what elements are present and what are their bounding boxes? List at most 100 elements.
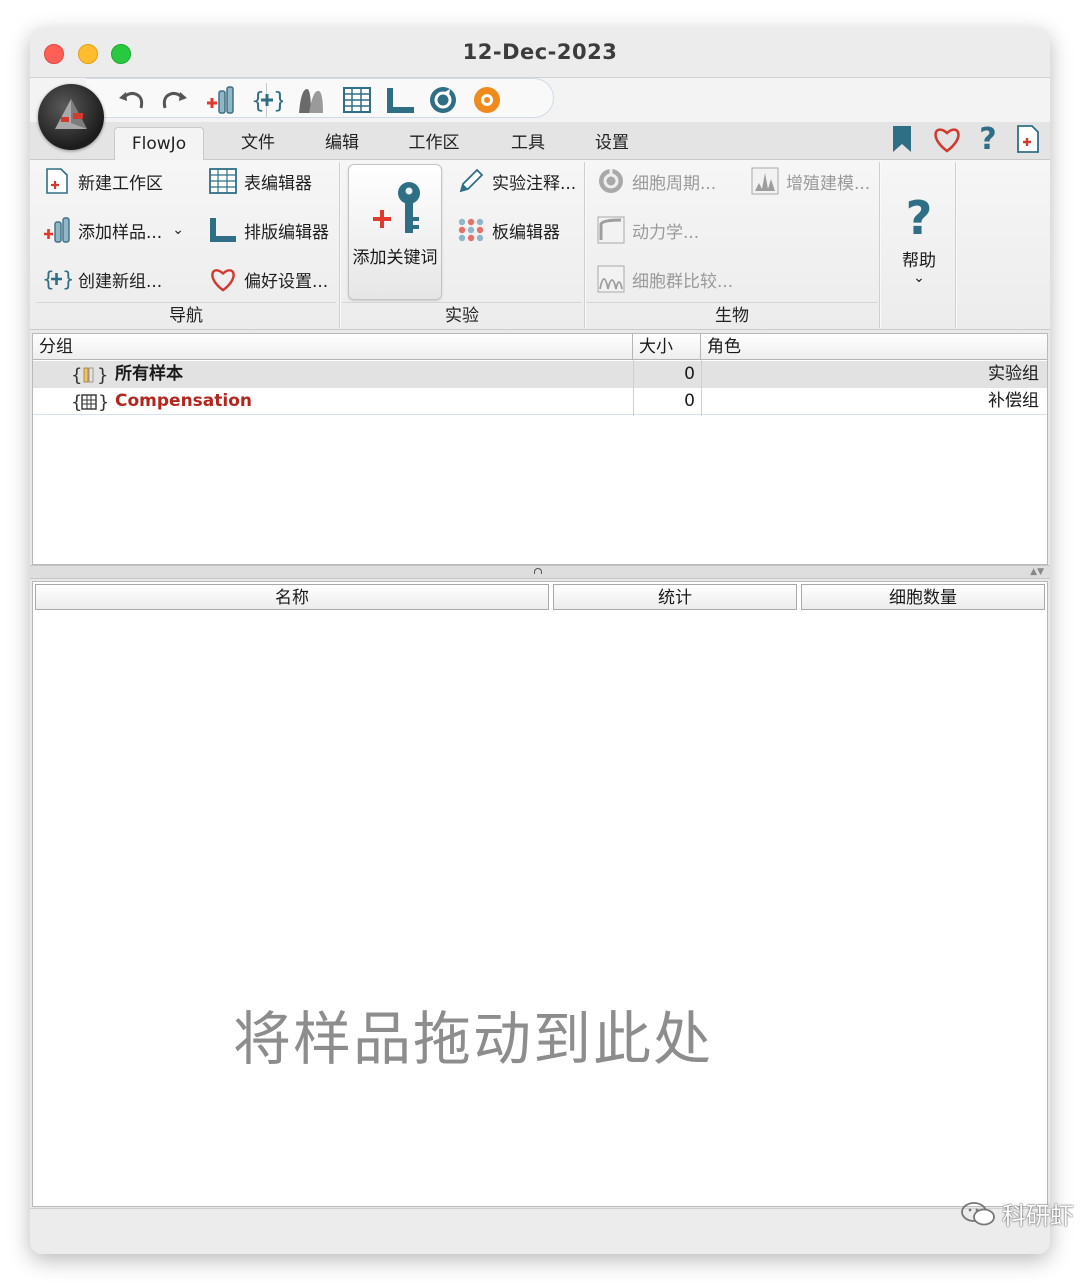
group-role: 补偿组 <box>988 391 1039 411</box>
svg-text:{: { <box>71 365 82 386</box>
cell-cycle-button[interactable]: 细胞周期... <box>596 164 716 198</box>
group-name: Compensation <box>115 391 252 411</box>
group-label-navigation: 导航 <box>36 302 336 328</box>
ribbon: 新建工作区 添加样品... ⌄ {} 创建新组... 表编辑器 排版编辑器 偏好… <box>30 160 1050 330</box>
tab-tools[interactable]: 工具 <box>496 127 560 160</box>
svg-text:}: } <box>97 365 107 386</box>
pencil-icon <box>456 166 486 196</box>
app-window: 12-Dec-2023 {} <box>30 28 1050 1254</box>
add-keyword-icon <box>373 182 420 233</box>
table-editor-button[interactable]: 表编辑器 <box>208 164 312 198</box>
svg-text:}: } <box>62 267 72 291</box>
table-icon[interactable] <box>340 85 374 115</box>
kinetics-button[interactable]: 动力学... <box>596 213 699 247</box>
column-header-group[interactable]: 分组 <box>33 334 633 360</box>
drop-samples-hint[interactable]: 将样品拖动到此处 <box>233 992 713 1076</box>
group-role: 实验组 <box>988 364 1039 384</box>
tab-file[interactable]: 文件 <box>226 127 290 160</box>
plate-editor-label: 板编辑器 <box>492 222 560 243</box>
population-compare-button[interactable]: 细胞群比较... <box>596 262 733 296</box>
heart-icon <box>208 264 238 294</box>
kinetics-icon <box>596 215 626 245</box>
create-group-icon[interactable]: {} <box>250 85 284 115</box>
flowjo-logo[interactable] <box>38 84 104 150</box>
splitter-arrows-icon[interactable]: ▲▼ <box>1030 568 1044 577</box>
sample-table: 名称 统计 细胞数量 将样品拖动到此处 <box>32 581 1048 1207</box>
help-question-icon: ? <box>905 191 933 245</box>
help-label: 帮助 <box>902 251 936 271</box>
column-header-role[interactable]: 角色 <box>701 334 1047 360</box>
new-workspace-label: 新建工作区 <box>78 173 163 194</box>
plate-editor-button[interactable]: 板编辑器 <box>456 213 560 247</box>
add-samples-icon <box>42 215 72 245</box>
menu-tabs: FlowJo 文件 编辑 工作区 工具 设置 ? <box>30 122 1050 161</box>
experiment-annotation-label: 实验注释... <box>492 173 577 194</box>
column-header-cell-count[interactable]: 细胞数量 <box>801 584 1045 610</box>
tab-workspace[interactable]: 工作区 <box>394 127 474 160</box>
table-editor-label: 表编辑器 <box>244 173 312 194</box>
watermark: 科研虾 <box>960 1196 1074 1231</box>
help-icon[interactable]: ? <box>974 122 1002 157</box>
tab-flowjo[interactable]: FlowJo <box>114 127 204 161</box>
group-size: 0 <box>684 391 695 411</box>
layout-editor-button[interactable]: 排版编辑器 <box>208 213 329 247</box>
layer-icon[interactable] <box>294 85 328 115</box>
quick-access-toolbar: {} <box>30 78 1050 122</box>
proliferation-label: 增殖建模... <box>786 173 871 194</box>
column-header-statistics[interactable]: 统计 <box>553 584 797 610</box>
undo-icon[interactable] <box>116 85 146 115</box>
svg-text:{: { <box>71 392 82 413</box>
population-compare-label: 细胞群比较... <box>632 271 734 292</box>
new-workspace-button[interactable]: 新建工作区 <box>42 164 163 198</box>
help-button[interactable]: ? 帮助 ⌄ <box>886 190 952 300</box>
group-label-experiment: 实验 <box>342 302 582 328</box>
experiment-annotation-button[interactable]: 实验注释... <box>456 164 576 198</box>
column-header-size[interactable]: 大小 <box>633 334 701 360</box>
add-samples-button[interactable]: 添加样品... ⌄ <box>42 213 184 247</box>
add-keyword-button[interactable]: 添加关键词 <box>348 164 442 300</box>
preferences-button[interactable]: 偏好设置... <box>208 262 328 296</box>
status-bar <box>30 1208 1050 1254</box>
redo-icon[interactable] <box>160 85 190 115</box>
tab-edit[interactable]: 编辑 <box>310 127 374 160</box>
all-samples-group-icon: {} <box>71 361 107 388</box>
layout-icon[interactable] <box>384 85 418 115</box>
new-workspace-icon <box>42 166 72 196</box>
group-size: 0 <box>684 364 695 384</box>
proliferation-button[interactable]: 增殖建模... <box>750 164 870 198</box>
ribbon-divider <box>879 162 880 328</box>
kinetics-label: 动力学... <box>632 222 700 243</box>
bio-icon[interactable] <box>470 85 504 115</box>
window-title: 12-Dec-2023 <box>462 40 618 64</box>
population-compare-icon <box>596 264 626 294</box>
table-row[interactable]: {} 所有样本 0 实验组 <box>33 361 1047 388</box>
pane-splitter[interactable]: ▲▼ <box>30 565 1050 579</box>
add-samples-icon[interactable] <box>204 85 238 115</box>
plate-editor-icon <box>456 215 486 245</box>
new-document-icon[interactable] <box>1014 124 1042 154</box>
chevron-down-icon: ⌄ <box>913 270 925 286</box>
create-group-button[interactable]: {} 创建新组... <box>42 262 162 296</box>
watermark-text: 科研虾 <box>1002 1202 1074 1230</box>
group-name: 所有样本 <box>115 364 183 384</box>
compensation-group-icon: {} <box>71 388 107 415</box>
splitter-handle-icon <box>534 568 542 574</box>
table-editor-icon <box>208 166 238 196</box>
heart-icon[interactable] <box>930 124 964 154</box>
bookmark-icon[interactable] <box>888 124 916 154</box>
add-keyword-label: 添加关键词 <box>352 248 438 268</box>
table-row[interactable]: {} Compensation 0 补偿组 <box>33 388 1047 415</box>
add-samples-label: 添加样品... <box>78 222 163 243</box>
group-table-header: 分组 大小 角色 <box>33 334 1047 360</box>
wechat-icon <box>961 1201 995 1225</box>
refresh-icon[interactable] <box>426 85 460 115</box>
column-divider <box>701 360 702 416</box>
layout-editor-label: 排版编辑器 <box>244 222 329 243</box>
chevron-down-icon: ⌄ <box>172 222 184 238</box>
ribbon-divider <box>339 162 340 328</box>
tab-settings[interactable]: 设置 <box>580 127 644 160</box>
cell-cycle-icon <box>596 166 626 196</box>
column-header-name[interactable]: 名称 <box>35 584 549 610</box>
column-divider <box>633 360 634 416</box>
preferences-label: 偏好设置... <box>244 271 329 292</box>
